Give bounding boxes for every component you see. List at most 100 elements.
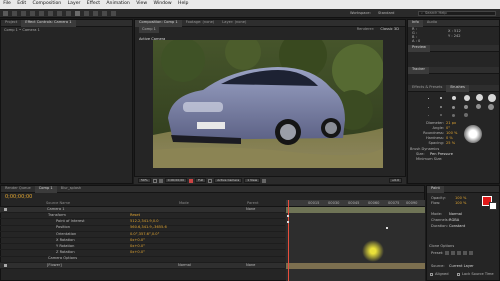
color-channel-icon[interactable]	[189, 178, 194, 183]
brush-tip[interactable]	[464, 95, 470, 101]
clone-preset-icon[interactable]	[445, 251, 449, 255]
menu-layer[interactable]: Layer	[64, 2, 83, 7]
spacing-value[interactable]: 25 %	[446, 141, 455, 146]
view-camera-dropdown[interactable]: Active Camera	[214, 178, 243, 183]
brush-tip[interactable]	[440, 114, 442, 116]
flower-layer-bar[interactable]	[286, 263, 425, 269]
menu-window[interactable]: Window	[150, 2, 175, 7]
menu-edit[interactable]: Edit	[14, 2, 29, 7]
search-help-field[interactable]: ⌕ Search Help	[418, 11, 496, 16]
tab-info[interactable]: Info	[408, 19, 423, 27]
brush-tip[interactable]	[464, 113, 468, 117]
region-of-interest-icon[interactable]	[208, 178, 213, 183]
property-value[interactable]: 512.2,341.9,0.0	[130, 220, 159, 224]
clone-preset-icon[interactable]	[469, 251, 473, 255]
property-value[interactable]: Reset	[130, 213, 140, 218]
type-tool-icon[interactable]	[66, 11, 71, 16]
camera-tool-icon[interactable]	[39, 11, 44, 16]
menu-file[interactable]: File	[0, 2, 14, 7]
layer-name[interactable]: Camera 1	[47, 207, 65, 212]
eraser-tool-icon[interactable]	[93, 11, 98, 16]
brush-tip-grid[interactable]	[408, 92, 499, 122]
clone-preset-icon[interactable]	[457, 251, 461, 255]
property-value[interactable]: 560.6,341.9,-3655.6	[130, 226, 167, 230]
tab-layer[interactable]: Layer: (none)	[218, 20, 250, 27]
tab-effect-controls[interactable]: Effect Controls: Camera 1	[21, 19, 76, 27]
brush-tip[interactable]	[452, 114, 455, 117]
keyframe-icon[interactable]	[287, 215, 289, 217]
eye-icon[interactable]	[4, 208, 7, 212]
layer-name[interactable]: [Flower]	[47, 263, 62, 268]
timeline-graph-area[interactable]: 00015 00030 00045 00060 00075 00090	[286, 200, 425, 281]
source-name-header[interactable]: Source Name	[46, 201, 70, 206]
pen-tool-icon[interactable]	[57, 11, 62, 16]
clone-preset-icon[interactable]	[451, 251, 455, 255]
layer-parent[interactable]: None	[246, 207, 255, 212]
brush-tip[interactable]	[464, 105, 468, 109]
tab-render-queue[interactable]: Render Queue	[1, 186, 35, 193]
renderer-value[interactable]: Classic 3D	[380, 28, 399, 32]
layer-row-flower[interactable]: [Flower] Normal None	[0, 262, 285, 269]
tab-comp-1[interactable]: Comp 1	[34, 185, 57, 193]
clone-preset-icon[interactable]	[463, 251, 467, 255]
view-layout-dropdown[interactable]: 1 View	[244, 178, 261, 183]
puppet-tool-icon[interactable]	[111, 11, 116, 16]
tab-brushes[interactable]: Brushes	[446, 84, 469, 92]
flow-value[interactable]: 100 %	[455, 201, 466, 206]
tab-tracker[interactable]: Tracker	[408, 66, 429, 74]
brush-tip[interactable]	[428, 115, 429, 116]
tab-audio[interactable]: Audio	[423, 20, 441, 27]
aligned-checkbox[interactable]	[430, 273, 433, 276]
property-value[interactable]: 0x+0.0°	[130, 244, 145, 249]
composition-viewer[interactable]	[153, 40, 383, 168]
brush-tip[interactable]	[488, 94, 496, 102]
brush-tip[interactable]	[476, 104, 481, 109]
parent-header[interactable]: Parent	[247, 201, 259, 206]
timeline-timecode[interactable]: 0;00;00;00	[5, 195, 32, 200]
magnification-dropdown[interactable]: 50%	[138, 178, 151, 183]
duration-dropdown[interactable]: Constant	[449, 224, 465, 229]
brush-tip[interactable]	[440, 97, 442, 99]
grid-icon[interactable]	[152, 178, 157, 183]
comp-nav-label[interactable]: Comp 1	[139, 27, 159, 33]
keyframe-icon[interactable]	[386, 227, 388, 229]
background-color-swatch[interactable]	[489, 202, 497, 210]
roto-brush-tool-icon[interactable]	[102, 11, 107, 16]
menu-animation[interactable]: Animation	[103, 2, 133, 7]
pan-behind-tool-icon[interactable]	[48, 11, 53, 16]
menu-view[interactable]: View	[133, 2, 150, 7]
tab-project[interactable]: Project	[1, 20, 21, 27]
zoom-tool-icon[interactable]	[21, 11, 26, 16]
brush-tip[interactable]	[476, 94, 483, 101]
tab-footage[interactable]: Footage: (none)	[182, 20, 219, 27]
tab-composition[interactable]: Composition: Comp 1	[135, 19, 182, 27]
mode-dropdown[interactable]: Normal	[449, 212, 462, 217]
mode-header[interactable]: Mode	[179, 201, 189, 206]
tab-effects-presets[interactable]: Effects & Presets	[408, 85, 446, 92]
clone-stamp-tool-icon[interactable]	[84, 11, 89, 16]
exposure-field[interactable]: +0.0	[388, 178, 402, 183]
eye-icon[interactable]	[4, 263, 7, 267]
workspace-dropdown[interactable]: Standard	[378, 11, 394, 16]
brush-tip[interactable]	[488, 104, 494, 110]
channels-dropdown[interactable]: RGBA	[449, 218, 459, 223]
tab-preview[interactable]: Preview	[408, 44, 430, 52]
rotate-tool-icon[interactable]	[30, 11, 35, 16]
menu-composition[interactable]: Composition	[29, 2, 64, 7]
brush-tip[interactable]	[440, 106, 442, 108]
current-time-indicator[interactable]	[288, 200, 289, 281]
selection-tool-icon[interactable]	[3, 11, 8, 16]
snapshot-icon[interactable]	[158, 178, 163, 183]
property-value[interactable]: 0.0°,357.6°,0.0°	[130, 232, 159, 237]
layer-parent[interactable]: None	[246, 263, 255, 268]
brush-tool-icon[interactable]	[75, 11, 80, 16]
menu-effect[interactable]: Effect	[84, 2, 104, 7]
brush-tip[interactable]	[452, 106, 455, 109]
tab-paint[interactable]: Paint	[427, 185, 444, 193]
hand-tool-icon[interactable]	[12, 11, 17, 16]
lock-source-time-checkbox[interactable]	[457, 273, 460, 276]
fast-previews-icon[interactable]	[262, 178, 267, 183]
time-ruler[interactable]: 00015 00030 00045 00060 00075 00090	[286, 200, 425, 207]
menu-help[interactable]: Help	[175, 2, 192, 7]
tab-blur-splash[interactable]: Blur_splash	[57, 186, 86, 193]
